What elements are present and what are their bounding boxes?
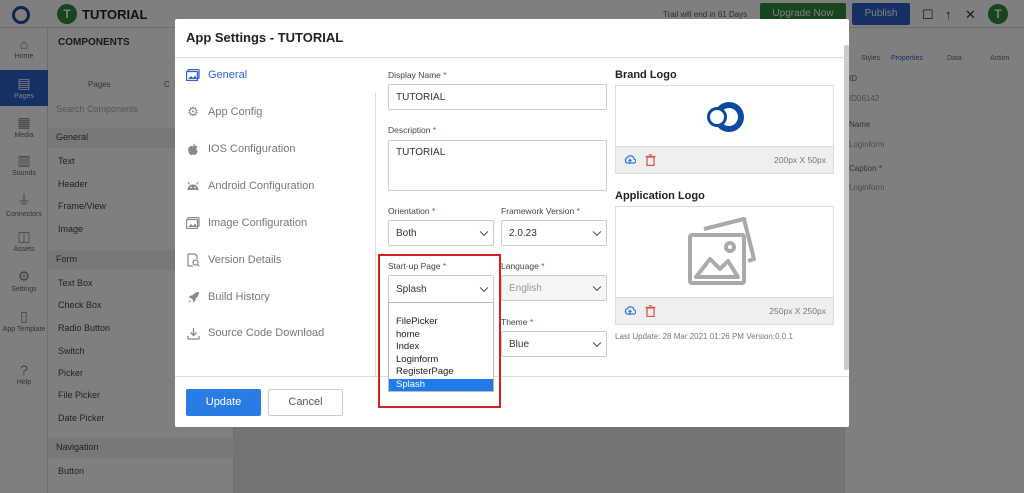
- orientation-value: Both: [396, 227, 417, 239]
- theme-value: Blue: [509, 338, 530, 350]
- chevron-down-icon: [479, 227, 489, 237]
- nav-app-config-label: App Config: [208, 106, 263, 118]
- nav-image-label: Image Configuration: [208, 217, 308, 229]
- nav-version-label: Version Details: [208, 254, 282, 266]
- nav-android-config[interactable]: Android Configuration: [185, 176, 314, 196]
- nav-build-history[interactable]: Build History: [185, 287, 270, 307]
- framework-version-label: Framework Version *: [501, 206, 580, 216]
- upload-icon[interactable]: [624, 154, 636, 166]
- framework-version-select[interactable]: 2.0.23: [501, 220, 607, 246]
- orientation-select[interactable]: Both: [388, 220, 494, 246]
- trash-icon[interactable]: [645, 305, 656, 317]
- brand-logo-title: Brand Logo: [615, 69, 677, 81]
- app-settings-modal: App Settings - TUTORIAL General ⚙ App Co…: [175, 19, 849, 427]
- brand-logo-box[interactable]: 200px X 50px: [615, 85, 834, 174]
- nav-source-label: Source Code Download: [208, 327, 325, 339]
- images-icon: [185, 215, 201, 231]
- upload-icon[interactable]: [624, 305, 636, 317]
- orientation-label: Orientation *: [388, 206, 436, 216]
- brand-logo-toolbar: 200px X 50px: [616, 146, 833, 173]
- search-doc-icon: [185, 252, 201, 268]
- trash-icon[interactable]: [645, 154, 656, 166]
- nav-image-config[interactable]: Image Configuration: [185, 213, 307, 233]
- rocket-icon: [185, 289, 201, 305]
- language-select[interactable]: English: [501, 275, 607, 301]
- language-label: Language *: [501, 261, 545, 271]
- description-value: TUTORIAL: [396, 147, 446, 158]
- cancel-button[interactable]: Cancel: [268, 389, 343, 416]
- application-logo-toolbar: 250px X 250px: [616, 297, 833, 324]
- nav-android-label: Android Configuration: [208, 180, 315, 192]
- chevron-down-icon: [592, 227, 602, 237]
- theme-label: Theme *: [501, 317, 534, 327]
- last-update-text: Last Update: 28 Mar 2021 01:26 PM Versio…: [615, 332, 793, 341]
- nav-ios-label: IOS Configuration: [208, 143, 296, 155]
- nav-divider: [375, 93, 376, 378]
- modal-footer-divider: [175, 376, 849, 377]
- nav-source-download[interactable]: Source Code Download: [185, 323, 324, 343]
- framework-version-value: 2.0.23: [509, 227, 537, 239]
- display-name-value: TUTORIAL: [396, 91, 446, 103]
- image-placeholder-icon: [688, 217, 756, 285]
- brand-logo-image: [707, 102, 744, 132]
- nav-ios-config[interactable]: IOS Configuration: [185, 139, 295, 159]
- chevron-down-icon: [592, 282, 602, 292]
- modal-header-divider: [175, 57, 849, 58]
- modal-scrollbar[interactable]: [844, 45, 849, 370]
- modal-title: App Settings - TUTORIAL: [186, 30, 344, 45]
- image-icon: [185, 67, 201, 83]
- description-input[interactable]: TUTORIAL: [388, 140, 607, 191]
- apple-icon: [185, 141, 201, 157]
- application-logo-box[interactable]: 250px X 250px: [615, 206, 834, 325]
- download-icon: [185, 325, 201, 341]
- language-value: English: [509, 282, 542, 294]
- application-logo-dimensions: 250px X 250px: [769, 306, 826, 316]
- display-name-input[interactable]: TUTORIAL: [388, 84, 607, 110]
- nav-general-label: General: [208, 69, 248, 81]
- nav-build-label: Build History: [208, 291, 270, 303]
- nav-general[interactable]: General: [185, 65, 247, 85]
- description-label: Description *: [388, 125, 437, 135]
- brand-logo-dimensions: 200px X 50px: [774, 155, 826, 165]
- theme-select[interactable]: Blue: [501, 331, 607, 357]
- nav-app-config[interactable]: ⚙ App Config: [185, 102, 262, 122]
- android-icon: [185, 178, 201, 194]
- nav-version-details[interactable]: Version Details: [185, 250, 281, 270]
- gears-icon: ⚙: [187, 104, 199, 119]
- update-button[interactable]: Update: [186, 389, 261, 416]
- display-name-label: Display Name *: [388, 70, 447, 80]
- chevron-down-icon: [592, 338, 602, 348]
- application-logo-title: Application Logo: [615, 190, 705, 202]
- annotation-highlight-box: [378, 254, 501, 408]
